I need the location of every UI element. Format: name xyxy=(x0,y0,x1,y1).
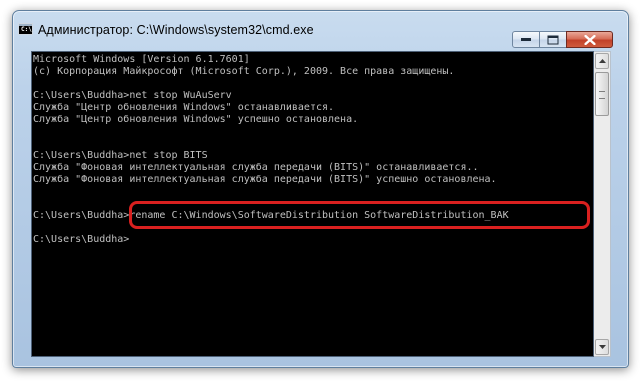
console-line: Служба "Центр обновления Windows" остана… xyxy=(33,102,335,113)
cmd-icon[interactable]: C:\ xyxy=(18,23,33,35)
scroll-down-icon xyxy=(599,345,606,349)
vertical-scrollbar[interactable] xyxy=(594,51,611,357)
console-line: C:\Users\Buddha>net stop WuAuServ xyxy=(33,90,232,101)
scroll-thumb[interactable] xyxy=(595,72,609,116)
console-line: Служба "Центр обновления Windows" успешн… xyxy=(33,114,359,125)
scroll-down-button[interactable] xyxy=(595,339,609,355)
console-line: Служба "Фоновая интеллектуальная служба … xyxy=(33,162,479,173)
command-highlight-outline xyxy=(129,201,590,229)
scroll-up-button[interactable] xyxy=(595,53,609,69)
console-line: Служба "Фоновая интеллектуальная служба … xyxy=(33,174,497,185)
maximize-icon xyxy=(547,35,559,44)
minimize-button[interactable] xyxy=(512,31,540,48)
console-line: Microsoft Windows [Version 6.1.7601] xyxy=(33,54,250,65)
minimize-icon xyxy=(521,37,531,41)
console-line: C:\Users\Buddha>net stop BITS xyxy=(33,150,208,161)
window-title: Администратор: C:\Windows\system32\cmd.e… xyxy=(38,23,314,37)
scroll-up-icon xyxy=(599,59,606,63)
close-icon xyxy=(584,34,595,45)
console-line: C:\Users\Buddha> xyxy=(33,234,130,245)
console-line: (c) Корпорация Майкрософт (Microsoft Cor… xyxy=(33,66,455,77)
maximize-button[interactable] xyxy=(539,31,567,48)
close-button[interactable] xyxy=(566,31,613,48)
